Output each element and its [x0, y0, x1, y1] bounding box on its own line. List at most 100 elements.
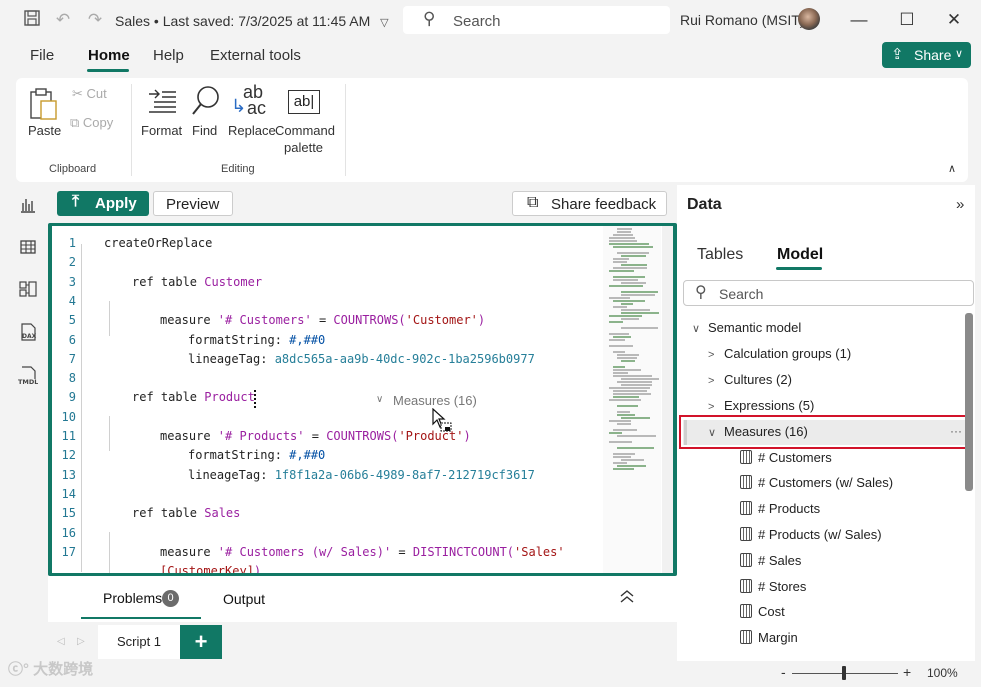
- code-line[interactable]: 6 formatString: #,##0: [52, 331, 612, 350]
- code-line[interactable]: 13 lineageTag: 1f8f1a2a-06b6-4989-8af7-21…: [52, 466, 612, 485]
- format-icon[interactable]: [144, 86, 180, 123]
- minimap-line: [609, 333, 629, 335]
- maximize-icon[interactable]: ☐: [894, 8, 920, 32]
- tab-scroll-left-icon[interactable]: ◁: [57, 636, 65, 647]
- command-palette-button[interactable]: Command: [275, 123, 335, 138]
- paste-icon[interactable]: [28, 86, 60, 122]
- tab-tables[interactable]: Tables: [697, 246, 743, 264]
- measure-item[interactable]: Margin: [740, 626, 798, 650]
- document-title[interactable]: Sales • Last saved: 7/3/2025 at 11:45 AM…: [115, 13, 389, 29]
- tree-node-label: Cultures (2): [724, 372, 792, 387]
- minimap-line: [621, 264, 647, 266]
- code-line[interactable]: 2: [52, 253, 612, 272]
- code-line[interactable]: 1 createOrReplace: [52, 234, 612, 253]
- chevron-down-icon[interactable]: ∨: [692, 317, 708, 341]
- global-search[interactable]: ⚲ Search: [403, 6, 670, 34]
- data-pane-scrollbar[interactable]: [965, 313, 973, 491]
- tmdl-view-icon[interactable]: TMDL: [17, 366, 39, 388]
- menu-external-tools[interactable]: External tools: [210, 47, 301, 64]
- measure-item[interactable]: # Customers: [740, 446, 832, 470]
- tab-active-indicator: [81, 617, 201, 619]
- tab-problems[interactable]: Problems: [103, 590, 162, 606]
- code-line[interactable]: 5 measure '# Customers' = COUNTROWS('Cust…: [52, 311, 612, 330]
- measure-item[interactable]: # Products: [740, 497, 820, 521]
- script-tab[interactable]: Script 1: [98, 625, 180, 659]
- minimize-icon[interactable]: —: [846, 8, 872, 32]
- share-button[interactable]: ⇪ Share ∨: [882, 42, 971, 68]
- tree-node[interactable]: > Cultures (2): [708, 368, 792, 392]
- replace-icon[interactable]: ab ac ↳: [231, 82, 267, 120]
- more-options-icon[interactable]: ···: [950, 424, 962, 438]
- code-token: '# Customers (w/ Sales)': [217, 544, 392, 559]
- search-icon: ⚲: [423, 9, 436, 28]
- preview-button[interactable]: Preview: [153, 191, 233, 216]
- measure-item[interactable]: # Products (w/ Sales): [740, 523, 882, 547]
- editor-scrollbar[interactable]: [662, 226, 673, 573]
- add-script-button[interactable]: +: [180, 625, 222, 659]
- code-line[interactable]: 17 measure '# Customers (w/ Sales)' = DIS…: [52, 543, 612, 562]
- undo-icon[interactable]: ↶: [52, 9, 74, 31]
- paste-button[interactable]: Paste: [28, 123, 61, 138]
- code-token: 'Customer': [405, 313, 478, 328]
- code-line[interactable]: 15 ref table Sales: [52, 504, 612, 523]
- report-view-icon[interactable]: [17, 196, 39, 218]
- share-feedback-button[interactable]: ⧉ Share feedback: [512, 191, 667, 216]
- close-icon[interactable]: ✕: [941, 8, 967, 32]
- measure-item[interactable]: # Sales: [740, 549, 801, 573]
- code-line[interactable]: 7 lineageTag: a8dc565a-aa9b-40dc-902c-1ba…: [52, 350, 612, 369]
- tab-output[interactable]: Output: [223, 591, 265, 607]
- avatar[interactable]: [798, 8, 820, 30]
- find-icon[interactable]: [190, 84, 222, 121]
- minimap-line: [621, 294, 655, 296]
- save-icon[interactable]: [21, 9, 43, 31]
- code-line[interactable]: 14: [52, 485, 612, 504]
- minimap-line: [613, 456, 631, 458]
- calculator-icon: [740, 501, 752, 515]
- zoom-slider-thumb[interactable]: [842, 666, 846, 680]
- zoom-out-button[interactable]: -: [781, 664, 786, 680]
- tab-scroll-right-icon[interactable]: ▷: [77, 636, 85, 647]
- find-button[interactable]: Find: [192, 123, 217, 138]
- zoom-in-button[interactable]: +: [903, 664, 911, 680]
- apply-button[interactable]: ⤒ Apply: [57, 191, 149, 216]
- user-name[interactable]: Rui Romano (MSIT): [680, 12, 804, 28]
- line-number: 12: [61, 448, 76, 463]
- measure-item[interactable]: Cost: [740, 600, 785, 624]
- ribbon-collapse-icon[interactable]: ∧: [948, 162, 956, 175]
- code-line[interactable]: 8: [52, 369, 612, 388]
- expand-panel-icon[interactable]: [619, 588, 635, 609]
- tree-node[interactable]: ∨ Semantic model: [692, 316, 801, 340]
- code-line[interactable]: 16: [52, 524, 612, 543]
- redo-icon[interactable]: ↷: [84, 9, 106, 31]
- chevron-right-icon[interactable]: >: [708, 369, 724, 393]
- collapse-pane-icon[interactable]: »: [956, 196, 964, 213]
- code-minimap[interactable]: [603, 226, 661, 573]
- code-line[interactable]: [CustomerKey]): [52, 562, 612, 573]
- measure-item[interactable]: # Customers (w/ Sales): [740, 471, 893, 495]
- cut-button[interactable]: ✂ Cut: [72, 86, 107, 102]
- tree-node[interactable]: > Calculation groups (1): [708, 342, 851, 366]
- minimap-line: [609, 321, 623, 323]
- table-view-icon[interactable]: [17, 238, 39, 260]
- menu-home[interactable]: Home: [88, 47, 130, 64]
- model-view-icon[interactable]: [17, 280, 39, 302]
- menu-help[interactable]: Help: [153, 47, 184, 64]
- menu-file[interactable]: File: [30, 47, 54, 64]
- code-line[interactable]: 3 ref table Customer: [52, 273, 612, 292]
- share-icon: ⇪: [891, 46, 904, 63]
- chevron-right-icon[interactable]: >: [708, 343, 724, 367]
- dax-query-view-icon[interactable]: DAX: [17, 323, 39, 345]
- code-line[interactable]: 11 measure '# Products' = COUNTROWS('Prod…: [52, 427, 612, 446]
- data-search-input[interactable]: ⚲ Search: [683, 280, 974, 306]
- code-line[interactable]: 12 formatString: #,##0: [52, 446, 612, 465]
- tab-model[interactable]: Model: [777, 246, 823, 264]
- code-line[interactable]: 4: [52, 292, 612, 311]
- format-button[interactable]: Format: [141, 123, 182, 138]
- measure-item[interactable]: # Stores: [740, 575, 806, 599]
- command-palette-icon[interactable]: ab|: [288, 90, 320, 114]
- replace-button[interactable]: Replace: [228, 123, 276, 138]
- zoom-level[interactable]: 100%: [927, 666, 958, 680]
- tree-node-label: Margin: [758, 630, 798, 645]
- copy-button[interactable]: ⧉ Copy: [70, 115, 113, 131]
- title-dropdown-icon[interactable]: ▽: [380, 17, 388, 29]
